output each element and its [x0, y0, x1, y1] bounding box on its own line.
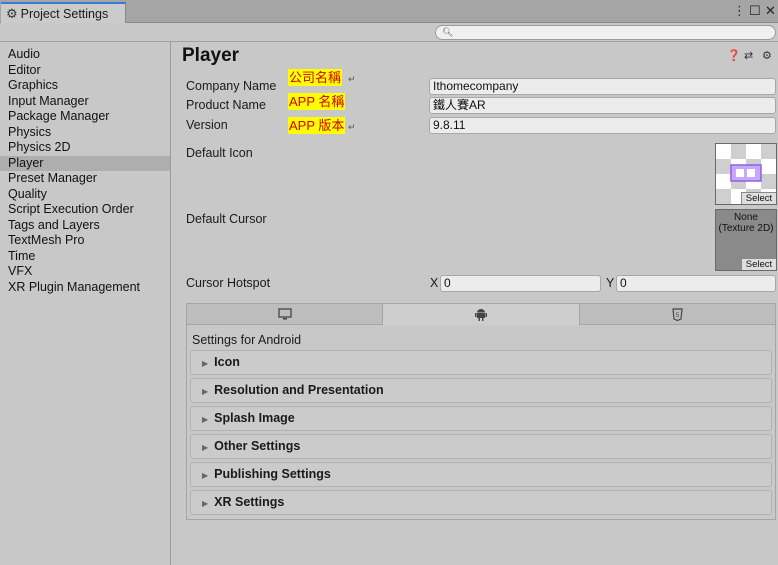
- return-mark-icon: ↵: [348, 74, 356, 84]
- tab-standalone[interactable]: [187, 304, 383, 325]
- android-icon: [475, 309, 487, 321]
- preset-icon[interactable]: ⇄: [744, 49, 753, 62]
- cursor-value-line1: None: [734, 212, 758, 223]
- return-mark-icon: ↵: [348, 122, 356, 132]
- hotspot-y-field[interactable]: 0: [616, 275, 776, 292]
- sidebar-item-preset-manager[interactable]: Preset Manager: [0, 171, 170, 187]
- tab-webgl[interactable]: 5: [580, 304, 775, 325]
- foldout-arrow-icon: ▶: [202, 359, 209, 368]
- close-icon[interactable]: ✕: [765, 4, 776, 18]
- gear-icon[interactable]: ⚙: [762, 49, 772, 62]
- sidebar-item-input-manager[interactable]: Input Manager: [0, 94, 170, 110]
- section-label: Splash Image: [214, 411, 295, 425]
- tab-android[interactable]: [383, 304, 580, 325]
- company-name-field[interactable]: Ithomecompany: [429, 78, 776, 95]
- version-field[interactable]: 9.8.11: [429, 117, 776, 134]
- foldout-arrow-icon: ▶: [202, 499, 209, 508]
- sidebar: Audio Editor Graphics Input Manager Pack…: [0, 42, 171, 565]
- page-title: Player: [182, 45, 240, 66]
- default-cursor-select-button[interactable]: Select: [741, 258, 776, 270]
- foldout-arrow-icon: ▶: [202, 415, 209, 424]
- sidebar-item-editor[interactable]: Editor: [0, 63, 170, 79]
- default-cursor-texture[interactable]: None (Texture 2D) Select: [715, 209, 777, 271]
- help-icon[interactable]: ❓: [727, 49, 741, 62]
- section-label: Publishing Settings: [214, 467, 331, 481]
- sidebar-item-player[interactable]: Player: [0, 155, 170, 171]
- foldout-arrow-icon: ▶: [202, 471, 209, 480]
- product-name-field[interactable]: 鐵人賽AR: [429, 97, 776, 114]
- svg-text:5: 5: [676, 313, 680, 319]
- sidebar-item-xr-plugin-management[interactable]: XR Plugin Management: [0, 280, 170, 296]
- monitor-icon: [277, 308, 292, 320]
- hotspot-x-field[interactable]: 0: [440, 275, 601, 292]
- html5-icon: 5: [672, 307, 683, 321]
- main-panel: Player ❓ ⇄ ⚙ Company Name 公司名稱 ↵ Ithomec…: [172, 42, 778, 565]
- section-publishing-settings[interactable]: ▶ Publishing Settings: [190, 462, 772, 487]
- cursor-value-line2: (Texture 2D): [718, 223, 774, 234]
- version-label: Version: [186, 118, 228, 132]
- company-name-label: Company Name: [186, 79, 277, 93]
- foldout-arrow-icon: ▶: [202, 387, 209, 396]
- settings-for-label: Settings for Android: [192, 333, 302, 347]
- default-cursor-label: Default Cursor: [186, 212, 267, 226]
- section-other-settings[interactable]: ▶ Other Settings: [190, 434, 772, 459]
- sidebar-item-script-execution-order[interactable]: Script Execution Order: [0, 202, 170, 218]
- cursor-value: None (Texture 2D): [716, 212, 776, 234]
- sidebar-item-tags-and-layers[interactable]: Tags and Layers: [0, 218, 170, 234]
- hotspot-y-label: Y: [606, 276, 615, 290]
- window-tabbar: ⚙ Project Settings ⋮ ☐ ✕: [0, 0, 778, 23]
- tab-title: Project Settings: [20, 6, 109, 21]
- maximize-icon[interactable]: ☐: [749, 4, 761, 18]
- section-label: Icon: [214, 355, 240, 369]
- sidebar-item-vfx[interactable]: VFX: [0, 264, 170, 280]
- sidebar-item-physics-2d[interactable]: Physics 2D: [0, 140, 170, 156]
- section-label: XR Settings: [214, 495, 285, 509]
- default-icon-select-button[interactable]: Select: [741, 192, 776, 204]
- section-splash-image[interactable]: ▶ Splash Image: [190, 406, 772, 431]
- sidebar-item-textmesh-pro[interactable]: TextMesh Pro: [0, 233, 170, 249]
- section-resolution-and-presentation[interactable]: ▶ Resolution and Presentation: [190, 378, 772, 403]
- sidebar-item-physics[interactable]: Physics: [0, 125, 170, 141]
- cursor-hotspot-label: Cursor Hotspot: [186, 276, 271, 290]
- company-annotation: 公司名稱: [288, 69, 343, 86]
- sidebar-item-graphics[interactable]: Graphics: [0, 78, 170, 94]
- icon-thumbnail-icon: [730, 164, 762, 182]
- default-icon-label: Default Icon: [186, 146, 253, 160]
- sidebar-item-quality[interactable]: Quality: [0, 187, 170, 203]
- version-annotation: APP 版本: [288, 117, 346, 134]
- platform-settings: 5 Settings for Android ▶ Icon ▶ Resolution…: [186, 303, 776, 520]
- product-name-label: Product Name: [186, 98, 266, 112]
- more-options-icon[interactable]: ⋮: [733, 4, 746, 18]
- default-icon-texture[interactable]: Select: [715, 143, 777, 205]
- section-xr-settings[interactable]: ▶ XR Settings: [190, 490, 772, 515]
- search-input[interactable]: 🔍︎: [435, 25, 776, 40]
- sidebar-item-time[interactable]: Time: [0, 249, 170, 265]
- product-annotation: APP 名稱: [288, 93, 346, 110]
- sidebar-item-package-manager[interactable]: Package Manager: [0, 109, 170, 125]
- search-icon: 🔍︎: [442, 27, 454, 37]
- section-icon[interactable]: ▶ Icon: [190, 350, 772, 375]
- section-label: Resolution and Presentation: [214, 383, 384, 397]
- hotspot-x-label: X: [430, 276, 439, 290]
- sidebar-item-audio[interactable]: Audio: [0, 47, 170, 63]
- section-label: Other Settings: [214, 439, 301, 453]
- foldout-arrow-icon: ▶: [202, 443, 209, 452]
- tab-project-settings[interactable]: ⚙ Project Settings: [1, 2, 126, 23]
- gear-icon: ⚙: [6, 5, 18, 21]
- toolbar: 🔍︎: [0, 23, 778, 42]
